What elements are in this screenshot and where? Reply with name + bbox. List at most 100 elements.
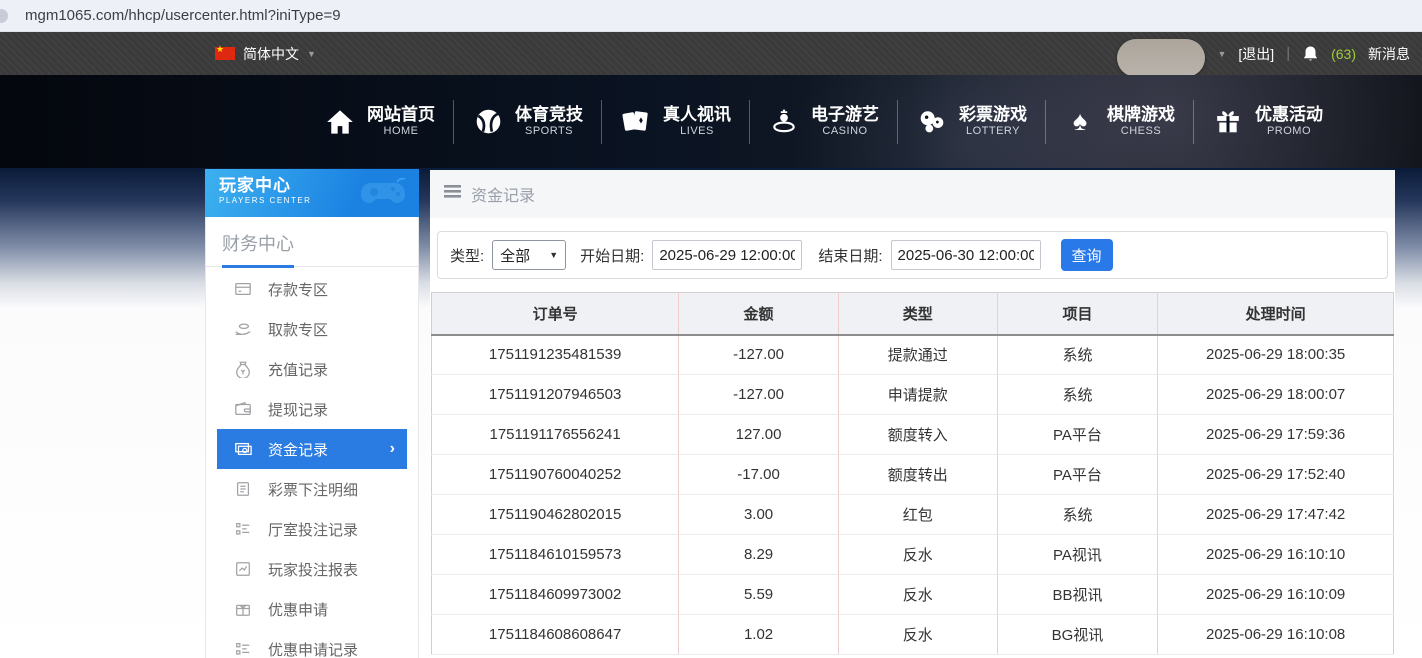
sidebar-item-funds-record[interactable]: 资金记录 › bbox=[217, 429, 407, 469]
table-cell: PA平台 bbox=[997, 455, 1158, 495]
sidebar-menu: 存款专区 取款专区 充值记录 提现记录 资金记录 › bbox=[206, 267, 418, 658]
table-cell: 反水 bbox=[838, 575, 997, 615]
china-flag-icon: ★ bbox=[215, 47, 235, 60]
nav-item-casino[interactable]: 电子游艺CASINO bbox=[750, 94, 898, 150]
table-row: 17511846086086471.02反水BG视讯2025-06-29 16:… bbox=[432, 615, 1394, 655]
sidebar-item-player-bet-report[interactable]: 玩家投注报表 bbox=[217, 549, 407, 589]
table-cell: 反水 bbox=[838, 535, 997, 575]
withdraw-hand-icon bbox=[233, 320, 252, 338]
table-cell: -127.00 bbox=[679, 375, 839, 415]
sidebar-item-hall-bet-record[interactable]: 厅室投注记录 bbox=[217, 509, 407, 549]
sidebar-item-label: 提现记录 bbox=[268, 399, 328, 420]
chevron-right-icon: › bbox=[390, 440, 395, 458]
table-cell: 2025-06-29 18:00:07 bbox=[1158, 375, 1394, 415]
sidebar-item-label: 彩票下注明细 bbox=[268, 479, 358, 500]
main-nav: 网站首页HOME 体育竞技SPORTS 真人视讯LIVES 电子游艺CASINO bbox=[0, 75, 1422, 168]
col-amount: 金额 bbox=[679, 293, 839, 335]
promo-box-icon bbox=[233, 600, 252, 618]
account-bar: ★ 简体中文 ▼ ▼ [退出] | (63) 新消息 bbox=[0, 32, 1422, 75]
sidebar-item-promo-apply[interactable]: 优惠申请 bbox=[217, 589, 407, 629]
nav-item-promo[interactable]: 优惠活动PROMO bbox=[1194, 94, 1342, 150]
nav-label-zh: 真人视讯 bbox=[663, 104, 731, 125]
message-count[interactable]: (63) bbox=[1331, 46, 1356, 62]
sidebar-item-lottery-bet-detail[interactable]: 彩票下注明细 bbox=[217, 469, 407, 509]
start-date-input[interactable] bbox=[652, 240, 802, 270]
table-cell: 2025-06-29 17:52:40 bbox=[1158, 455, 1394, 495]
table-cell: -17.00 bbox=[679, 455, 839, 495]
hamburger-icon bbox=[444, 185, 461, 203]
table-cell: 1751184609973002 bbox=[432, 575, 679, 615]
table-cell: 3.00 bbox=[679, 495, 839, 535]
banknote-icon bbox=[233, 440, 252, 458]
spade-icon: ♠ bbox=[1065, 108, 1095, 135]
nav-label-en: HOME bbox=[384, 125, 419, 139]
nav-label-en: CHESS bbox=[1121, 125, 1161, 139]
content-panel: 资金记录 类型: 全部 ▼ 开始日期: 结束日期: 查询 订单号 bbox=[430, 170, 1395, 658]
list-icon bbox=[233, 640, 252, 658]
sidebar-item-label: 优惠申请 bbox=[268, 599, 328, 620]
table-cell: 申请提款 bbox=[838, 375, 997, 415]
nav-item-lottery[interactable]: 彩票游戏LOTTERY bbox=[898, 94, 1046, 150]
sidebar-item-label: 充值记录 bbox=[268, 359, 328, 380]
sidebar-item-label: 存款专区 bbox=[268, 279, 328, 300]
sidebar-item-withdraw-zone[interactable]: 取款专区 bbox=[217, 309, 407, 349]
end-date-input[interactable] bbox=[891, 240, 1041, 270]
search-button[interactable]: 查询 bbox=[1061, 239, 1113, 271]
sidebar-item-label: 玩家投注报表 bbox=[268, 559, 358, 580]
page-body: 玩家中心 PLAYERS CENTER 财务中心 存款专区 取款专区 bbox=[0, 168, 1422, 658]
gamepad-icon bbox=[357, 175, 409, 214]
breadcrumb: 资金记录 bbox=[430, 170, 1395, 218]
table-header-row: 订单号 金额 类型 项目 处理时间 bbox=[432, 293, 1394, 335]
nav-item-lives[interactable]: 真人视讯LIVES bbox=[602, 94, 750, 150]
table-cell: 提款通过 bbox=[838, 335, 997, 375]
sidebar-item-promo-apply-record[interactable]: 优惠申请记录 bbox=[217, 629, 407, 658]
divider: | bbox=[1286, 45, 1290, 62]
sidebar: 玩家中心 PLAYERS CENTER 财务中心 存款专区 取款专区 bbox=[205, 170, 419, 658]
username-redacted-pill[interactable] bbox=[1117, 39, 1205, 77]
table-cell: PA视讯 bbox=[997, 535, 1158, 575]
sidebar-item-label: 优惠申请记录 bbox=[268, 639, 358, 658]
table-cell: 127.00 bbox=[679, 415, 839, 455]
nav-label-zh: 体育竞技 bbox=[515, 104, 583, 125]
report-chart-icon bbox=[233, 560, 252, 578]
nav-item-chess[interactable]: ♠ 棋牌游戏CHESS bbox=[1046, 94, 1194, 150]
table-cell: -127.00 bbox=[679, 335, 839, 375]
table-cell: 额度转出 bbox=[838, 455, 997, 495]
logout-link[interactable]: [退出] bbox=[1238, 44, 1274, 64]
browser-address-bar[interactable]: mgm1065.com/hhcp/usercenter.html?iniType… bbox=[0, 0, 1422, 32]
table-row: 17511846099730025.59反水BB视讯2025-06-29 16:… bbox=[432, 575, 1394, 615]
chevron-down-icon: ▼ bbox=[307, 49, 316, 59]
nav-label-zh: 网站首页 bbox=[367, 104, 435, 125]
moneybag-icon bbox=[233, 360, 252, 378]
filter-bar: 类型: 全部 ▼ 开始日期: 结束日期: 查询 bbox=[437, 231, 1388, 279]
nav-label-en: PROMO bbox=[1267, 125, 1311, 139]
nav-label-en: LIVES bbox=[680, 125, 714, 139]
table-cell: 2025-06-29 17:59:36 bbox=[1158, 415, 1394, 455]
funds-table: 订单号 金额 类型 项目 处理时间 1751191235481539-127.0… bbox=[431, 292, 1394, 655]
table-cell: 系统 bbox=[997, 495, 1158, 535]
table-cell: 2025-06-29 16:10:09 bbox=[1158, 575, 1394, 615]
list-icon bbox=[233, 520, 252, 538]
chevron-down-icon[interactable]: ▼ bbox=[1217, 49, 1226, 59]
nav-item-home[interactable]: 网站首页HOME bbox=[306, 94, 454, 150]
sidebar-header: 玩家中心 PLAYERS CENTER bbox=[205, 169, 419, 217]
sports-ball-icon bbox=[473, 108, 503, 135]
table-row: 17511846101595738.29反水PA视讯2025-06-29 16:… bbox=[432, 535, 1394, 575]
messages-link[interactable]: 新消息 bbox=[1368, 44, 1410, 64]
table-row: 17511904628020153.00红包系统2025-06-29 17:47… bbox=[432, 495, 1394, 535]
sidebar-item-recharge-record[interactable]: 充值记录 bbox=[217, 349, 407, 389]
nav-item-sports[interactable]: 体育竞技SPORTS bbox=[454, 94, 602, 150]
table-cell: BG视讯 bbox=[997, 615, 1158, 655]
account-bar-right: ▼ [退出] | (63) 新消息 bbox=[1117, 32, 1410, 75]
language-selector[interactable]: ★ 简体中文 ▼ bbox=[215, 32, 316, 75]
bell-icon[interactable] bbox=[1302, 45, 1319, 63]
type-select[interactable]: 全部 ▼ bbox=[492, 240, 566, 270]
deposit-card-icon bbox=[233, 280, 252, 298]
table-cell: 1751184608608647 bbox=[432, 615, 679, 655]
sidebar-item-deposit-zone[interactable]: 存款专区 bbox=[217, 269, 407, 309]
end-date-label: 结束日期: bbox=[818, 245, 882, 266]
table-cell: 系统 bbox=[997, 335, 1158, 375]
sidebar-item-withdraw-record[interactable]: 提现记录 bbox=[217, 389, 407, 429]
roulette-icon bbox=[769, 108, 799, 135]
start-date-label: 开始日期: bbox=[580, 245, 644, 266]
